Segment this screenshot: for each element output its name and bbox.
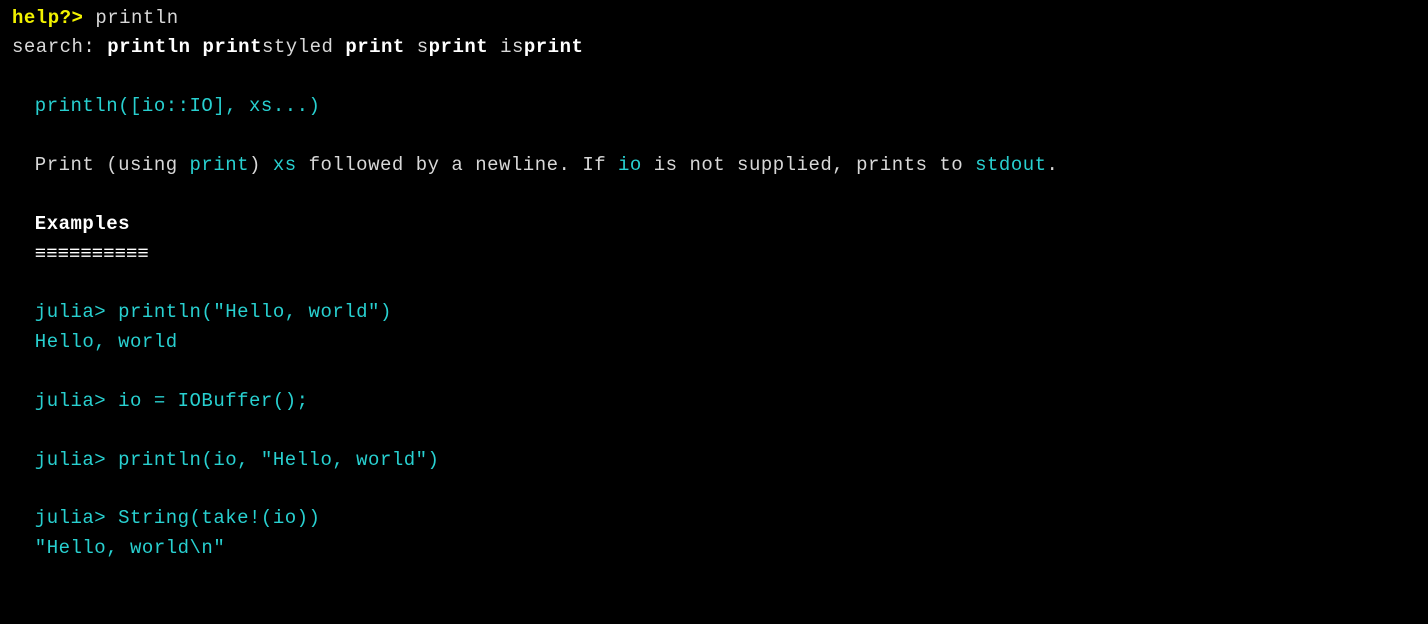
example-line: julia> String(take!(io)) (12, 507, 320, 529)
signature: println([io::IO], xs...) (12, 95, 320, 117)
example-line (12, 478, 35, 500)
example-line: Hello, world (12, 331, 178, 353)
example-line: julia> io = IOBuffer(); (12, 390, 309, 412)
example-line: "Hello, world\n" (12, 537, 225, 559)
examples-heading: Examples (12, 213, 130, 235)
example-line (12, 360, 35, 382)
search-label: search: (12, 36, 95, 58)
link-stdout: stdout (975, 154, 1046, 176)
example-line: julia> println(io, "Hello, world") (12, 449, 439, 471)
search-result-0: println (107, 36, 190, 58)
terminal-output: help?> println search: println printstyl… (12, 4, 1416, 563)
arg-xs: xs (273, 154, 297, 176)
search-line: search: println printstyled print sprint… (12, 36, 583, 58)
search-result-2: print (345, 36, 405, 58)
help-query-input[interactable]: println (95, 7, 178, 29)
examples-rule: ≡≡≡≡≡≡≡≡≡≡ (12, 243, 149, 265)
example-line: julia> println("Hello, world") (12, 301, 392, 323)
help-prompt-label: help?> (12, 7, 83, 29)
help-prompt-line[interactable]: help?> println (12, 7, 179, 29)
arg-io: io (618, 154, 642, 176)
search-result-3: sprint (417, 36, 488, 58)
example-line (12, 419, 35, 441)
description: Print (using print) xs followed by a new… (12, 154, 1058, 176)
search-result-1: printstyled (202, 36, 333, 58)
search-result-4: isprint (500, 36, 583, 58)
link-print: print (190, 154, 250, 176)
